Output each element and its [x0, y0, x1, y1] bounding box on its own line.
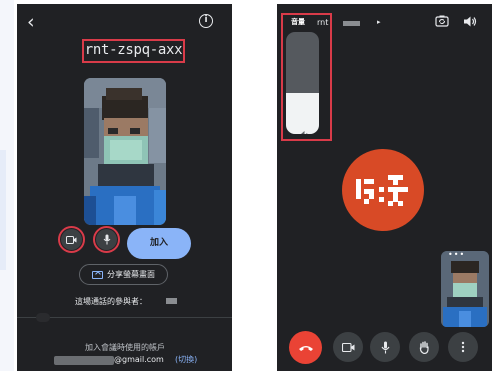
more-options-button[interactable] [448, 332, 478, 362]
camera-icon [341, 342, 354, 352]
left-edge-highlight [0, 150, 6, 270]
divider-knob [36, 313, 50, 322]
comparison-screenshot: ‹ i rnt-zspq-axx 加入 分享螢幕畫面 這場通話的參與者： 加入會… [0, 0, 498, 371]
self-video-tile[interactable] [441, 251, 489, 327]
camera-toggle-button[interactable] [333, 332, 363, 362]
left-edge-strip [0, 0, 14, 371]
camera-icon [66, 235, 77, 244]
camera-toggle-button[interactable] [61, 229, 82, 250]
account-email: @gmail.com [114, 355, 164, 364]
microphone-icon [103, 234, 110, 245]
avatar-pixel-mark [356, 175, 408, 206]
participant-avatar [342, 149, 424, 231]
microphone-icon [381, 341, 389, 353]
switch-camera-icon[interactable] [435, 15, 449, 27]
account-label: 加入會議時使用的帳戶 [85, 343, 165, 352]
raise-hand-button[interactable] [409, 332, 439, 362]
share-screen-icon [92, 270, 103, 279]
end-call-icon [298, 345, 313, 351]
join-button[interactable]: 加入 [127, 228, 191, 259]
speaker-icon[interactable] [463, 15, 477, 28]
pixelated-self-thumbnail [441, 251, 489, 327]
end-call-button[interactable] [289, 331, 322, 364]
account-switch-link[interactable]: (切換) [175, 355, 197, 365]
prejoin-screen: ‹ i rnt-zspq-axx 加入 分享螢幕畫面 這場通話的參與者： 加入會… [17, 4, 232, 371]
back-arrow-icon[interactable]: ‹ [27, 11, 35, 33]
self-video-preview [84, 78, 166, 225]
participants-label: 這場通話的參與者： [75, 297, 147, 306]
chevron-right-icon[interactable]: ▸ [377, 17, 381, 27]
info-icon[interactable]: i [199, 14, 213, 28]
more-vert-icon [461, 341, 465, 353]
share-screen-button[interactable]: 分享螢幕畫面 [79, 264, 168, 285]
in-call-screen: 音量 rnt ▸ ••• [277, 4, 492, 371]
meeting-code-redacted [343, 21, 360, 26]
more-horiz-icon[interactable]: ••• [448, 251, 465, 259]
account-redacted [54, 356, 114, 365]
meeting-code-highlight [82, 39, 185, 63]
pixelated-self-image [84, 78, 166, 225]
participant-redacted [166, 298, 177, 304]
raise-hand-icon [419, 340, 429, 354]
microphone-toggle-button[interactable] [96, 229, 117, 250]
share-screen-label: 分享螢幕畫面 [107, 270, 155, 279]
volume-panel-highlight [281, 13, 332, 141]
microphone-toggle-button[interactable] [370, 332, 400, 362]
